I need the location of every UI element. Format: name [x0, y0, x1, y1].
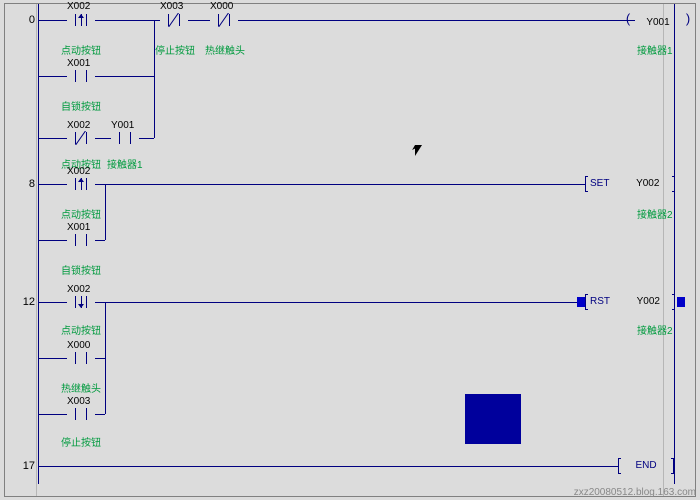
wire: [95, 184, 585, 185]
contact-nc-x000[interactable]: [210, 14, 238, 26]
comment-label: 接触器2: [637, 206, 673, 221]
wire: [95, 358, 105, 359]
wire: [95, 302, 585, 303]
step-number: 0: [5, 14, 35, 26]
wire: [105, 302, 106, 414]
contact-falling-x002[interactable]: [67, 296, 95, 308]
device-label: X003: [160, 1, 183, 12]
selection-highlight: [465, 394, 521, 444]
wire: [38, 20, 67, 21]
contact-rising-x002[interactable]: [67, 14, 95, 26]
monitor-marker: [677, 297, 685, 307]
right-gutter: [663, 4, 695, 496]
wire: [95, 240, 105, 241]
contact-no-x000[interactable]: [67, 352, 95, 364]
contact-no-x001[interactable]: [67, 70, 95, 82]
wire: [154, 20, 155, 138]
wire: [38, 358, 67, 359]
wire: [38, 466, 618, 467]
device-label: X003: [67, 396, 90, 407]
step-number: 17: [5, 460, 35, 472]
instruction-end[interactable]: END: [618, 459, 674, 473]
device-label: X000: [67, 340, 90, 351]
contact-nc-x003[interactable]: [160, 14, 188, 26]
contact-rising-x002[interactable]: [67, 178, 95, 190]
device-label: X001: [67, 222, 90, 233]
wire: [238, 20, 635, 21]
wire: [105, 184, 106, 240]
wire: [38, 76, 67, 77]
wire: [38, 240, 67, 241]
watermark-label: zxz20080512.blog.163.com: [574, 487, 696, 498]
instruction-rst[interactable]: RST Y002: [585, 295, 675, 309]
device-label: X002: [67, 1, 90, 12]
wire: [38, 302, 67, 303]
contact-nc-x002[interactable]: [67, 132, 95, 144]
wire: [188, 20, 210, 21]
mouse-cursor-icon: [415, 145, 426, 162]
ladder-editor-canvas[interactable]: 0 8 12 17 X002 点动按钮 X003 停止按钮 X000 热继触头 …: [4, 3, 696, 497]
device-label: X002: [67, 166, 90, 177]
wire: [38, 138, 67, 139]
comment-label: 点动按钮: [61, 322, 101, 337]
comment-label: 点动按钮: [61, 42, 101, 57]
comment-label: 自锁按钮: [61, 262, 101, 277]
comment-label: 接触器1: [637, 42, 673, 57]
comment-label: 接触器1: [107, 156, 143, 171]
comment-label: 点动按钮: [61, 206, 101, 221]
wire: [38, 184, 67, 185]
wire: [139, 138, 154, 139]
instruction-set[interactable]: SET Y002: [585, 177, 675, 191]
comment-label: 自锁按钮: [61, 98, 101, 113]
contact-no-y001[interactable]: [111, 132, 139, 144]
wire: [38, 414, 67, 415]
monitor-marker: [577, 297, 585, 307]
comment-label: 热继触头: [61, 380, 101, 395]
wire: [95, 20, 154, 21]
contact-no-x001[interactable]: [67, 234, 95, 246]
device-label: X002: [67, 284, 90, 295]
device-label: X001: [67, 58, 90, 69]
device-label: X000: [210, 1, 233, 12]
wire: [95, 76, 154, 77]
wire: [95, 414, 105, 415]
right-bus-bar: [674, 4, 675, 484]
device-label: X002: [67, 120, 90, 131]
step-number: 12: [5, 296, 35, 308]
comment-label: 热继触头: [205, 42, 245, 57]
wire: [95, 138, 111, 139]
comment-label: 停止按钮: [155, 42, 195, 57]
device-label: Y001: [111, 120, 134, 131]
coil-y001[interactable]: (Y001): [635, 12, 681, 28]
left-gutter: [5, 4, 37, 496]
contact-no-x003[interactable]: [67, 408, 95, 420]
step-number: 8: [5, 178, 35, 190]
comment-label: 接触器2: [637, 322, 673, 337]
comment-label: 停止按钮: [61, 434, 101, 449]
